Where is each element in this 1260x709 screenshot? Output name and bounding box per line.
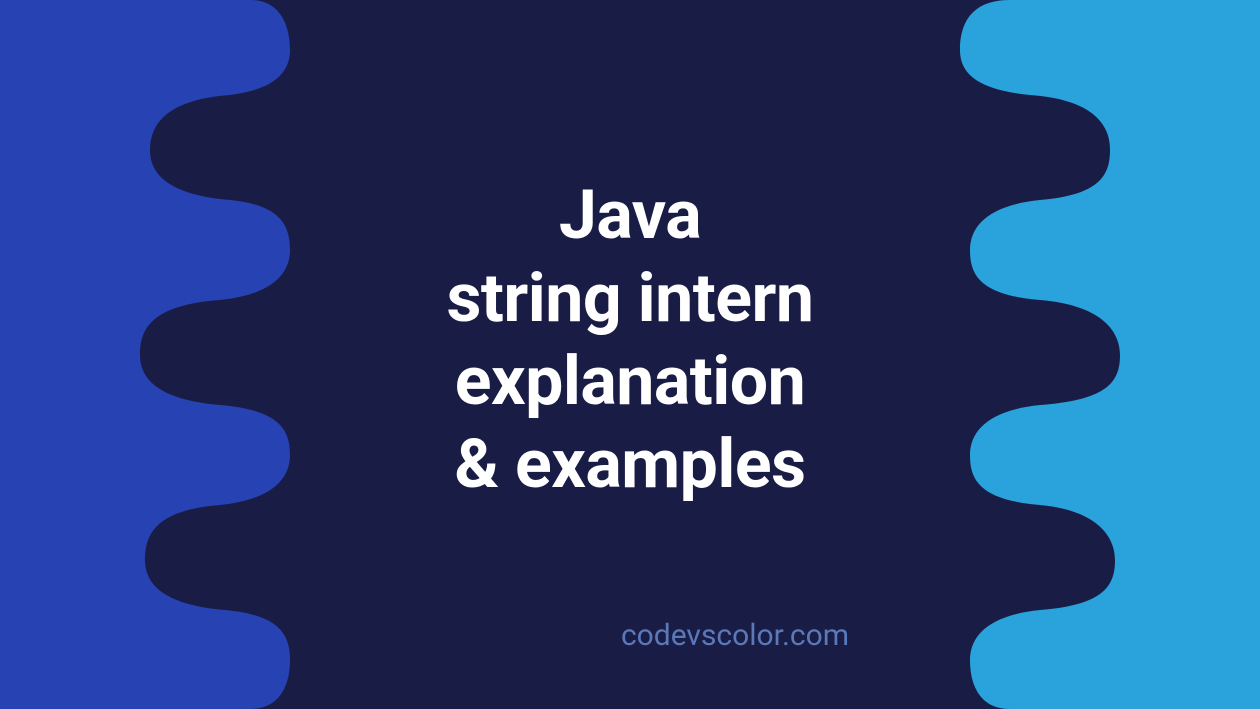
title-line-2: string intern bbox=[446, 257, 813, 340]
banner-canvas: Java string intern explanation & example… bbox=[0, 0, 1260, 709]
title-line-4: & examples bbox=[446, 423, 813, 506]
main-title: Java string intern explanation & example… bbox=[446, 174, 813, 506]
title-line-3: explanation bbox=[446, 340, 813, 423]
watermark-text: codevscolor.com bbox=[621, 618, 849, 653]
title-line-1: Java bbox=[446, 174, 813, 257]
